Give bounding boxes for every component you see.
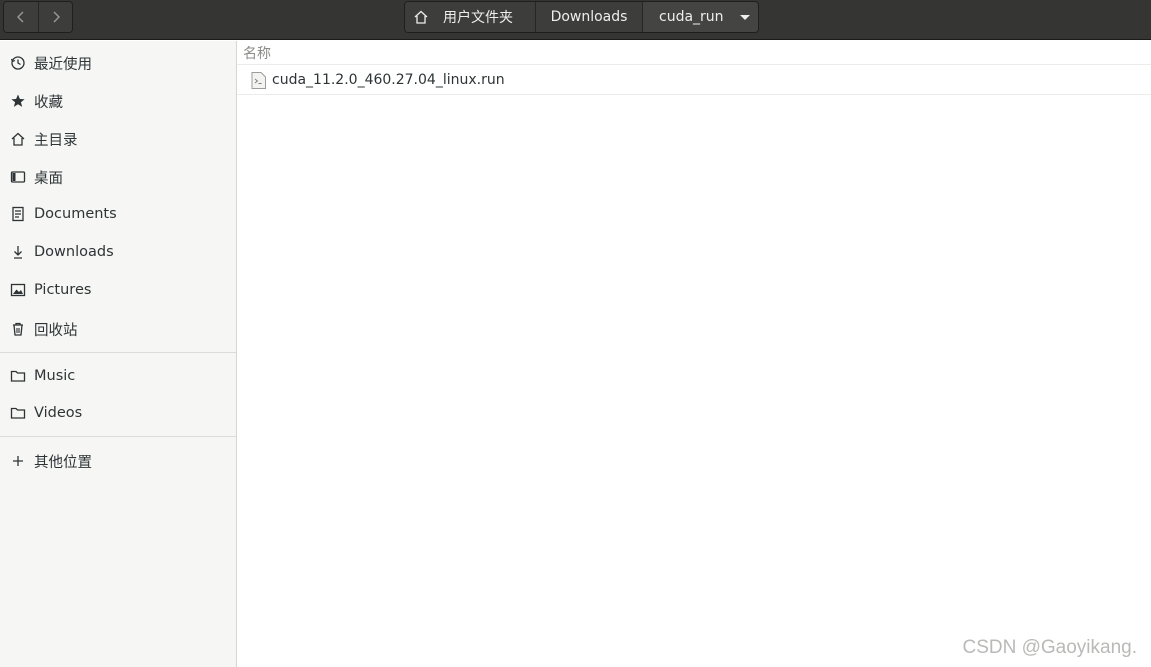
- sidebar-item-desktop[interactable]: 桌面: [0, 159, 236, 195]
- watermark: CSDN @Gaoyikang.: [962, 637, 1137, 658]
- sidebar-item-label: 回收站: [34, 322, 78, 339]
- plus-icon: [9, 452, 27, 470]
- trash-icon: [9, 320, 27, 338]
- picture-icon: [9, 281, 27, 299]
- sidebar-item-label: 收藏: [34, 94, 63, 111]
- sidebar-item-starred[interactable]: 收藏: [0, 83, 236, 119]
- file-name: cuda_11.2.0_460.27.04_linux.run: [272, 72, 505, 88]
- sidebar-item-documents[interactable]: Documents: [0, 196, 236, 232]
- path-bar: 用户文件夹 Downloads cuda_run: [404, 1, 759, 33]
- forward-button[interactable]: [38, 2, 72, 32]
- sidebar-item-videos[interactable]: Videos: [0, 395, 236, 431]
- sidebar-item-label: 桌面: [34, 170, 63, 187]
- sidebar-item-trash[interactable]: 回收站: [0, 311, 236, 347]
- breadcrumb-label: Downloads: [550, 9, 628, 25]
- sidebar-separator: [0, 352, 236, 353]
- breadcrumb-label: cuda_run: [659, 9, 724, 25]
- star-icon: [9, 92, 27, 110]
- home-icon: [414, 10, 428, 24]
- breadcrumb-downloads[interactable]: Downloads: [535, 2, 642, 32]
- sidebar-item-recent[interactable]: 最近使用: [0, 45, 236, 81]
- chevron-right-icon: [53, 11, 60, 23]
- sidebar-item-pictures[interactable]: Pictures: [0, 272, 236, 308]
- sidebar-item-label: 其他位置: [34, 454, 92, 471]
- document-icon: [9, 205, 27, 223]
- download-icon: [9, 243, 27, 261]
- breadcrumb-current[interactable]: cuda_run: [642, 2, 758, 32]
- back-button[interactable]: [4, 2, 38, 32]
- caret-down-icon[interactable]: [739, 14, 750, 20]
- sidebar-item-label: Music: [34, 368, 76, 384]
- header-bar: 用户文件夹 Downloads cuda_run: [0, 0, 1151, 40]
- column-header-name[interactable]: 名称: [237, 41, 1151, 65]
- sidebar-item-label: Downloads: [34, 244, 114, 260]
- sidebar-item-label: Pictures: [34, 282, 92, 298]
- sidebar-item-label: 主目录: [34, 132, 78, 149]
- sidebar-item-other-locations[interactable]: 其他位置: [0, 443, 236, 479]
- sidebar: 最近使用 收藏 主目录 桌面 Documents Downloads Pictu…: [0, 41, 237, 667]
- navigation-buttons: [3, 1, 73, 33]
- sidebar-separator: [0, 436, 236, 437]
- sidebar-item-label: Videos: [34, 405, 83, 421]
- sidebar-item-label: 最近使用: [34, 56, 92, 73]
- breadcrumb-label: 用户文件夹: [443, 10, 513, 26]
- sidebar-item-label: Documents: [34, 206, 117, 222]
- folder-icon: [9, 404, 27, 422]
- sidebar-item-downloads[interactable]: Downloads: [0, 234, 236, 270]
- sidebar-item-home[interactable]: 主目录: [0, 121, 236, 157]
- file-list: 名称 cuda_11.2.0_460.27.04_linux.run: [237, 41, 1151, 667]
- home-icon: [9, 130, 27, 148]
- desktop-icon: [9, 168, 27, 186]
- breadcrumb-home[interactable]: 用户文件夹: [405, 2, 535, 32]
- sidebar-item-music[interactable]: Music: [0, 358, 236, 394]
- folder-icon: [9, 367, 27, 385]
- clock-icon: [9, 54, 27, 72]
- list-item[interactable]: cuda_11.2.0_460.27.04_linux.run: [237, 66, 1151, 95]
- chevron-left-icon: [17, 11, 24, 23]
- column-header-label: 名称: [243, 45, 271, 62]
- script-file-icon: [251, 71, 266, 89]
